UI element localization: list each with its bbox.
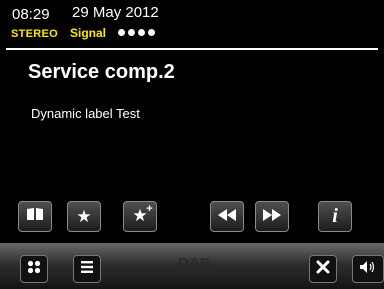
list-menu-button[interactable] (73, 255, 101, 283)
star-icon: ★ (76, 207, 92, 226)
station-name: Service comp.2 (28, 61, 175, 83)
close-button[interactable] (309, 255, 337, 283)
radio-screen: 08:29 29 May 2012 STEREO Signal Service … (0, 0, 384, 289)
status-bar: 08:29 29 May 2012 STEREO Signal (0, 0, 384, 52)
clock-date: 29 May 2012 (72, 4, 159, 21)
favourite-button[interactable]: ★ (67, 201, 101, 232)
fast-forward-icon (263, 208, 281, 226)
signal-dot (128, 29, 135, 36)
dynamic-label-text: Dynamic label Test (31, 106, 140, 121)
signal-strength-dots (118, 29, 155, 36)
next-button[interactable] (255, 201, 289, 232)
signal-label: Signal (70, 26, 107, 40)
close-icon (316, 260, 330, 279)
book-icon (26, 207, 44, 226)
rewind-icon (218, 208, 236, 226)
volume-button[interactable] (352, 255, 384, 283)
star-plus-icon: ★ + (132, 203, 153, 225)
speaker-icon (359, 260, 377, 279)
grid-icon (27, 260, 41, 279)
info-icon: i (332, 205, 338, 227)
grid-menu-button[interactable] (20, 255, 48, 283)
signal-dot (148, 29, 155, 36)
add-favourite-button[interactable]: ★ + (123, 201, 157, 232)
status-divider (6, 48, 378, 50)
previous-button[interactable] (210, 201, 244, 232)
signal-dot (138, 29, 145, 36)
info-button[interactable]: i (318, 201, 352, 232)
stereo-indicator: STEREO (11, 28, 59, 40)
source-mode-label: DAB (178, 255, 211, 272)
presets-button[interactable] (18, 201, 52, 232)
menu-icon (80, 260, 94, 279)
clock-time: 08:29 (12, 6, 50, 23)
signal-dot (118, 29, 125, 36)
